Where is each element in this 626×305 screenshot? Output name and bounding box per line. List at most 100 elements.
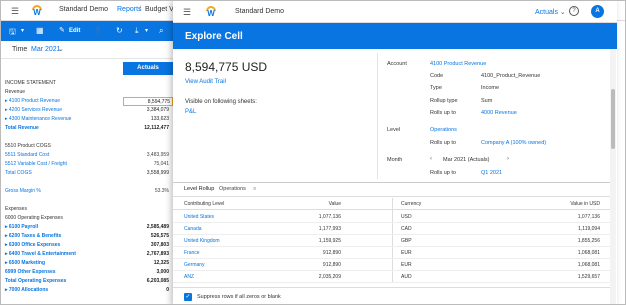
report-row[interactable]: Total Operating Expenses 6,203,085 — [1, 277, 173, 286]
report-row: Revenue — [1, 88, 173, 97]
avatar[interactable]: A — [591, 5, 604, 18]
report-row-value[interactable]: 12,325 — [154, 259, 169, 268]
chevron-right-icon[interactable]: › — [507, 156, 509, 162]
report-row-label: ▸ 6100 Payroll — [5, 224, 39, 230]
tab-level-rollup[interactable]: Level Rollup — [184, 186, 214, 192]
report-row-value[interactable]: 12,112,477 — [144, 124, 169, 133]
report-row-value[interactable]: 3,000 — [156, 268, 169, 277]
table-row: Canada 1,177,993 CAD 1,119,094 — [173, 223, 610, 235]
view-audit-trail-link[interactable]: View Audit Trail — [185, 79, 226, 85]
refresh-icon[interactable]: ↻ — [116, 26, 123, 35]
code-label: Code — [430, 73, 444, 79]
download-icon[interactable]: ⤓ — [135, 26, 139, 36]
column-header-actuals[interactable]: Actuals — [123, 62, 173, 75]
pencil-icon[interactable]: ✎ — [59, 26, 65, 34]
save-icon[interactable]: 🖫 — [9, 26, 16, 40]
report-row-label: 6000 Operating Expenses — [5, 215, 63, 221]
report-row[interactable]: ▸ 6400 Travel & Entertainment 2,767,893 — [1, 250, 173, 259]
report-row[interactable]: ▸ 4100 Product Revenue 8,594,775 — [1, 97, 173, 106]
report-row-value[interactable]: 3,558,999 — [147, 169, 169, 178]
user-icon[interactable]: 👤 — [93, 26, 103, 35]
report-row-value[interactable]: 307,803 — [151, 241, 169, 250]
scenario-selector[interactable]: Actuals ⌄ — [535, 8, 566, 16]
cell-currency: GBP — [401, 238, 412, 244]
report-row[interactable]: ▸ 7000 Allocations 0 — [1, 286, 173, 295]
suppress-rows-checkbox[interactable]: ✓ — [184, 293, 192, 301]
header-value[interactable]: Value — [329, 201, 341, 207]
level-name-link[interactable]: Operations — [430, 126, 457, 134]
chevron-down-icon[interactable]: ▾ — [145, 27, 148, 34]
report-row-value[interactable]: 2,767,893 — [147, 250, 169, 259]
report-row-value[interactable]: 6,203,085 — [147, 277, 169, 286]
report-row[interactable]: ▸ 4200 Services Revenue 3,384,079 — [1, 106, 173, 115]
report-row-label: ▸ 6200 Taxes & Benefits — [5, 233, 62, 239]
report-row-value[interactable]: 75,041 — [154, 160, 169, 169]
report-row[interactable]: ▸ 6200 Taxes & Benefits 526,575 — [1, 232, 173, 241]
time-filter[interactable]: Time Mar 2021 ⌄ — [1, 41, 173, 59]
rolls-up-label: Rolls up to — [430, 110, 456, 116]
chevron-left-icon[interactable]: ‹ — [430, 156, 432, 162]
table-row: Germany 912,890 EUR 1,068,081 — [173, 259, 610, 271]
report-row-value[interactable]: 526,575 — [151, 232, 169, 241]
header-currency[interactable]: Currency — [401, 201, 421, 207]
report-row-value[interactable]: 133,623 — [151, 115, 169, 124]
cell-value-usd: 1,077,136 — [577, 214, 600, 220]
visible-sheets-label: Visible on following sheets: — [185, 99, 257, 105]
title-banner: Explore Cell — [173, 23, 617, 49]
cell-contributing-level[interactable]: ANZ — [184, 274, 194, 280]
edit-button[interactable]: Edit — [69, 28, 80, 34]
breadcrumb-reports[interactable]: Reports — [117, 6, 142, 13]
report-row-value[interactable]: 3,483,959 — [147, 151, 169, 160]
month-rolls-up-link[interactable]: Q1 2021 — [481, 169, 502, 177]
cell-contributing-level[interactable]: Germany — [184, 262, 205, 268]
report-row-value[interactable]: 0 — [166, 286, 169, 295]
report-row[interactable]: Total Revenue 12,112,477 — [1, 124, 173, 133]
tab-operations[interactable]: Operations — [219, 186, 246, 192]
report-row-value[interactable]: 2,585,489 — [147, 223, 169, 232]
cell-contributing-level[interactable]: France — [184, 250, 200, 256]
cell-contributing-level[interactable]: Canada — [184, 226, 202, 232]
table-row: France 912,890 EUR 1,068,081 — [173, 247, 610, 259]
scrollbar[interactable] — [610, 49, 616, 304]
menu-icon[interactable]: ☰ — [183, 7, 191, 18]
sheet-link-pl[interactable]: P&L — [185, 109, 196, 115]
report-row[interactable]: ▸ 6100 Payroll 2,585,489 — [1, 223, 173, 232]
header-contributing-level[interactable]: Contributing Level — [184, 201, 224, 207]
report-row-label: ▸ 4300 Maintenance Revenue — [5, 116, 72, 122]
report-row[interactable]: Total COGS 3,558,999 — [1, 169, 173, 178]
account-section-label: Account — [387, 61, 407, 67]
workday-logo[interactable]: W — [31, 5, 43, 17]
report-row-value[interactable]: 3,384,079 — [147, 106, 169, 115]
report-row-value[interactable]: 53.3% — [155, 187, 169, 196]
filter-icon[interactable]: ≡ — [253, 186, 256, 192]
account-name-link[interactable]: 4100 Product Revenue — [430, 60, 486, 68]
cell-contributing-level[interactable]: United States — [184, 214, 214, 220]
report-row[interactable]: Gross Margin % 53.3% — [1, 187, 173, 196]
screen: ☰ W Standard Demo Reports / Budget Varia… — [0, 0, 626, 305]
tenant-name: Standard Demo — [59, 6, 109, 13]
help-icon[interactable]: ? — [569, 6, 579, 16]
header-value-usd[interactable]: Value in USD — [570, 201, 600, 207]
report-row — [1, 178, 173, 187]
report-row-label: 5511 Standard Cost — [5, 152, 50, 158]
report-row[interactable]: ▸ 6500 Marketing 12,325 — [1, 259, 173, 268]
rolls-up-link[interactable]: 4000 Revenue — [481, 109, 517, 117]
time-filter-value[interactable]: Mar 2021 — [31, 46, 61, 53]
search-icon[interactable]: ⌕ — [159, 26, 163, 36]
chevron-down-icon[interactable]: ▾ — [21, 27, 24, 34]
grid-icon[interactable]: ▦ — [36, 26, 44, 35]
workday-logo[interactable]: W — [205, 6, 217, 18]
menu-icon[interactable]: ☰ — [11, 6, 19, 17]
report-row-value[interactable]: 8,594,775 — [123, 97, 173, 106]
report-row[interactable]: 5511 Standard Cost 3,483,959 — [1, 151, 173, 160]
report-row[interactable]: 5512 Variable Cost / Freight 75,041 — [1, 160, 173, 169]
level-rolls-up-link[interactable]: Company A (100% owned) — [481, 139, 546, 147]
report-toolbar: 🖫 ▾ ▦ ✎ Edit 👤 ↻ ⤓ ▾ ⌕ — [1, 21, 173, 41]
chevron-down-icon[interactable]: ⌄ — [58, 45, 64, 53]
report-row[interactable]: ▸ 4300 Maintenance Revenue 133,623 — [1, 115, 173, 124]
report-row[interactable]: 6999 Other Expenses 3,000 — [1, 268, 173, 277]
report-row[interactable]: ▸ 6300 Office Expenses 307,803 — [1, 241, 173, 250]
cell-contributing-level[interactable]: United Kingdom — [184, 238, 220, 244]
scrollbar-thumb[interactable] — [611, 89, 615, 149]
table-row: United Kingdom 1,159,925 GBP 1,855,256 — [173, 235, 610, 247]
